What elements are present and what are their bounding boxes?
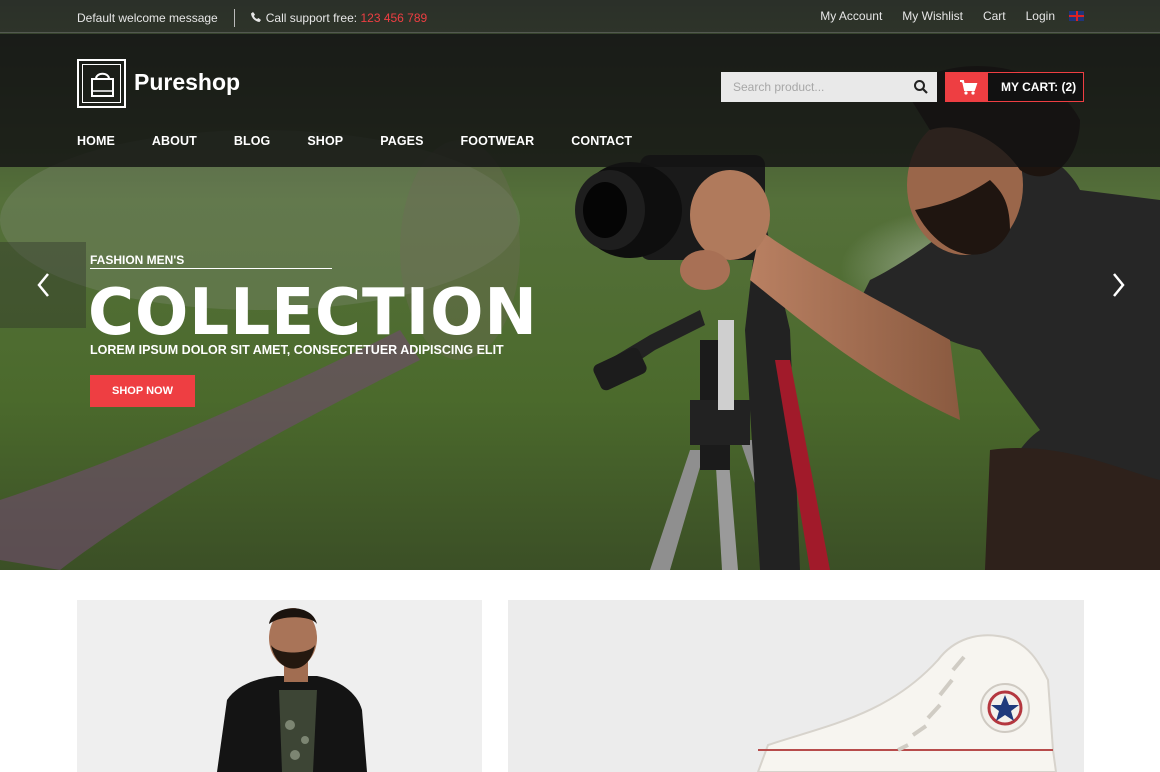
nav-item-about[interactable]: ABOUT: [152, 134, 197, 148]
main-header: Pureshop MY CART: (2) HOME ABOUT BLOG: [0, 34, 1160, 167]
shopping-bag-icon: [91, 72, 114, 97]
logo-text[interactable]: Pureshop: [134, 69, 240, 96]
model-image: [77, 600, 482, 772]
nav-item-contact[interactable]: CONTACT: [571, 134, 632, 148]
divider: [233, 9, 235, 27]
banner-footwear[interactable]: [508, 600, 1084, 772]
phone-icon: [250, 11, 261, 25]
hero-title: COLLECTION: [88, 276, 538, 350]
top-bar: Default welcome message Call support fre…: [0, 0, 1160, 33]
nav-item-blog[interactable]: BLOG: [234, 134, 271, 148]
chevron-right-icon[interactable]: [1108, 271, 1128, 299]
search-bar: [721, 72, 937, 102]
chevron-left-icon[interactable]: [34, 271, 54, 299]
logo[interactable]: [77, 59, 126, 108]
cart-icon: [960, 80, 978, 95]
search-input[interactable]: [721, 72, 901, 102]
banner-men-fashion[interactable]: [77, 600, 482, 772]
main-nav: HOME ABOUT BLOG SHOP PAGES FOOTWEAR CONT…: [77, 134, 669, 148]
my-wishlist-link[interactable]: My Wishlist: [902, 9, 963, 23]
uk-flag-icon[interactable]: [1069, 11, 1084, 21]
hero-description: LOREM IPSUM DOLOR SIT AMET, CONSECTETUER…: [90, 343, 504, 357]
support-number[interactable]: 123 456 789: [360, 11, 427, 25]
nav-item-pages[interactable]: PAGES: [380, 134, 423, 148]
support-label: Call support free:: [265, 11, 358, 25]
shop-now-button[interactable]: SHOP NOW: [90, 375, 195, 407]
nav-item-home[interactable]: HOME: [77, 134, 115, 148]
sneaker-image: [508, 600, 1084, 772]
search-icon[interactable]: [913, 79, 929, 95]
cart-link[interactable]: Cart: [983, 9, 1006, 23]
nav-item-footwear[interactable]: FOOTWEAR: [461, 134, 535, 148]
login-link[interactable]: Login: [1026, 9, 1055, 23]
cart-label: MY CART: (2): [1001, 80, 1077, 94]
cart-button[interactable]: MY CART: (2): [945, 72, 1084, 102]
nav-item-shop[interactable]: SHOP: [307, 134, 343, 148]
page: Default welcome message Call support fre…: [0, 0, 1160, 772]
hero-underline: [90, 268, 332, 269]
welcome-message: Default welcome message: [77, 11, 218, 25]
hero-subtitle: FASHION MEN'S: [90, 253, 185, 267]
my-account-link[interactable]: My Account: [820, 9, 882, 23]
cart-icon-box: [946, 73, 988, 101]
